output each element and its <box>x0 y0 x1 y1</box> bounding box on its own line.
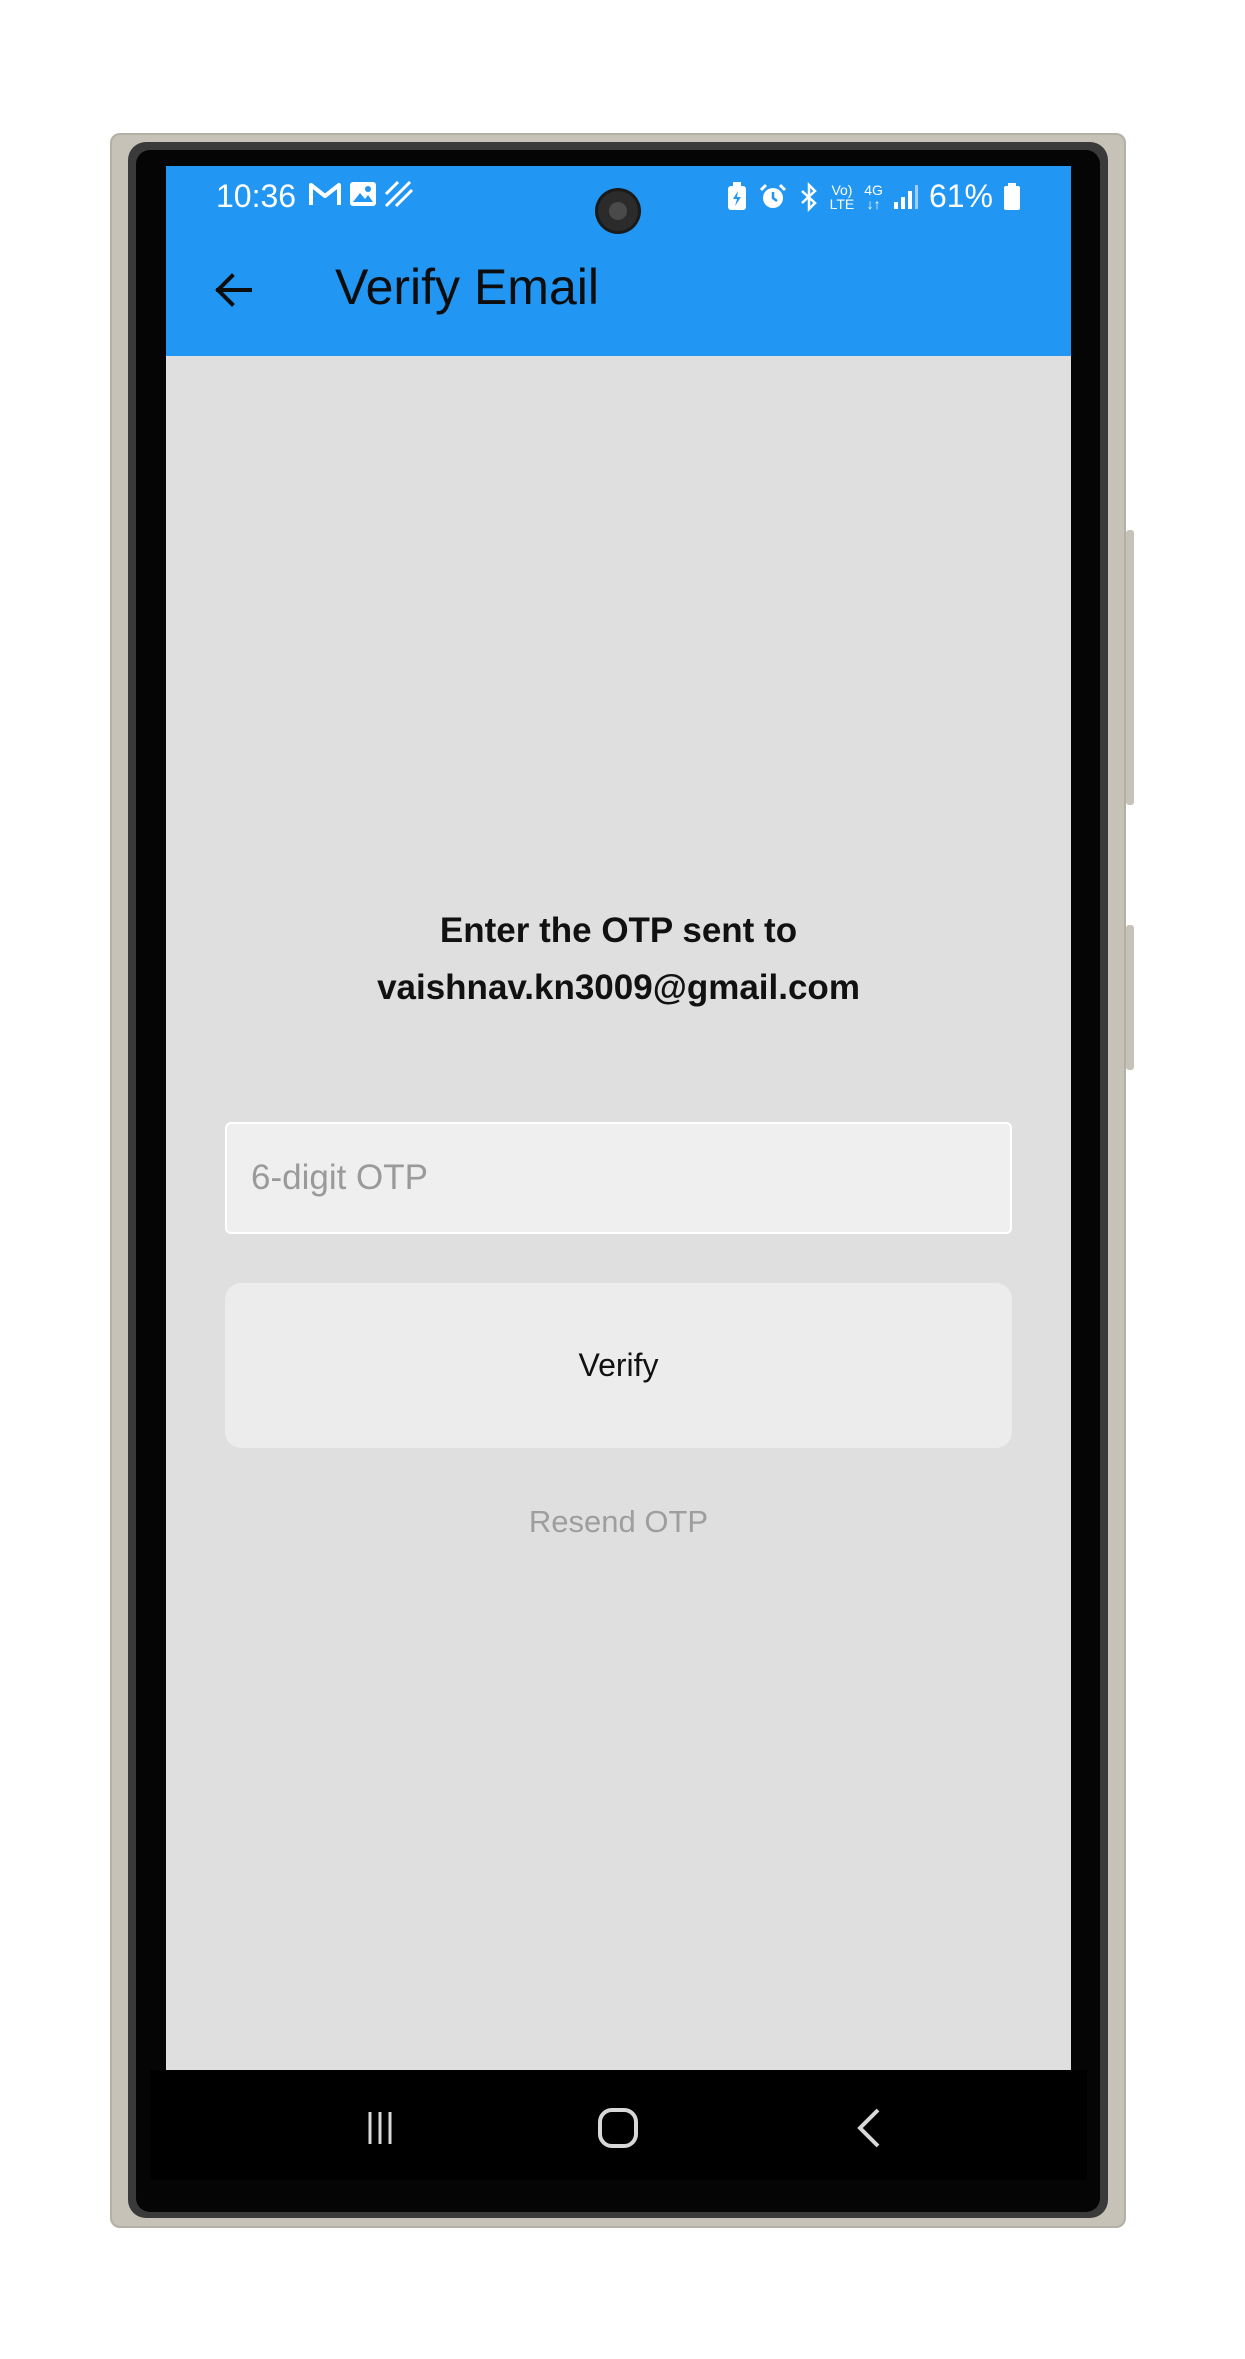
back-icon[interactable] <box>840 2098 900 2158</box>
gmail-icon <box>309 183 341 205</box>
alarm-icon <box>759 183 786 208</box>
prompt-line-1: Enter the OTP sent to <box>439 911 798 950</box>
volte-top-label: Vo) <box>831 181 853 198</box>
back-arrow-icon[interactable] <box>210 266 258 314</box>
4g-icon: 4G ↓↑ <box>864 183 883 211</box>
resend-otp-link[interactable]: Resend OTP <box>166 1504 1071 1540</box>
net-top-label: 4G <box>864 181 883 198</box>
verify-button[interactable]: Verify <box>225 1283 1012 1448</box>
page-title: Verify Email <box>335 259 599 315</box>
otp-prompt: Enter the OTP sent to vaishnav.kn3009@gm… <box>166 902 1071 1016</box>
system-icons: Vo) LTE 4G ↓↑ 61% <box>726 178 1021 215</box>
prompt-email: vaishnav.kn3009@gmail.com <box>377 968 860 1007</box>
signal-icon <box>893 184 918 209</box>
otp-input[interactable] <box>225 1122 1012 1234</box>
net-bottom-label: ↓↑ <box>866 195 881 212</box>
bluetooth-icon <box>800 181 817 212</box>
volume-button <box>1126 925 1134 1070</box>
front-camera <box>598 191 638 231</box>
volte-bottom-label: LTE <box>829 195 855 212</box>
phone-screen: 10:36 Vo) LTE 4G ↓↑ 61% Verify Email Ent… <box>166 166 1071 2071</box>
recents-icon[interactable] <box>350 2098 410 2158</box>
battery-percent: 61% <box>928 178 993 214</box>
battery-saver-icon <box>727 181 746 210</box>
battery-icon <box>1004 182 1020 210</box>
gallery-icon <box>350 182 376 206</box>
notification-icons <box>308 180 414 208</box>
status-time: 10:36 <box>216 178 297 214</box>
volte-icon: Vo) LTE <box>830 183 855 211</box>
system-nav-bar <box>150 2070 1087 2180</box>
sync-stripes-icon <box>384 180 414 208</box>
power-button <box>1126 530 1134 805</box>
app-bar: 10:36 Vo) LTE 4G ↓↑ 61% Verify Email <box>166 166 1071 356</box>
home-icon[interactable] <box>588 2098 648 2158</box>
